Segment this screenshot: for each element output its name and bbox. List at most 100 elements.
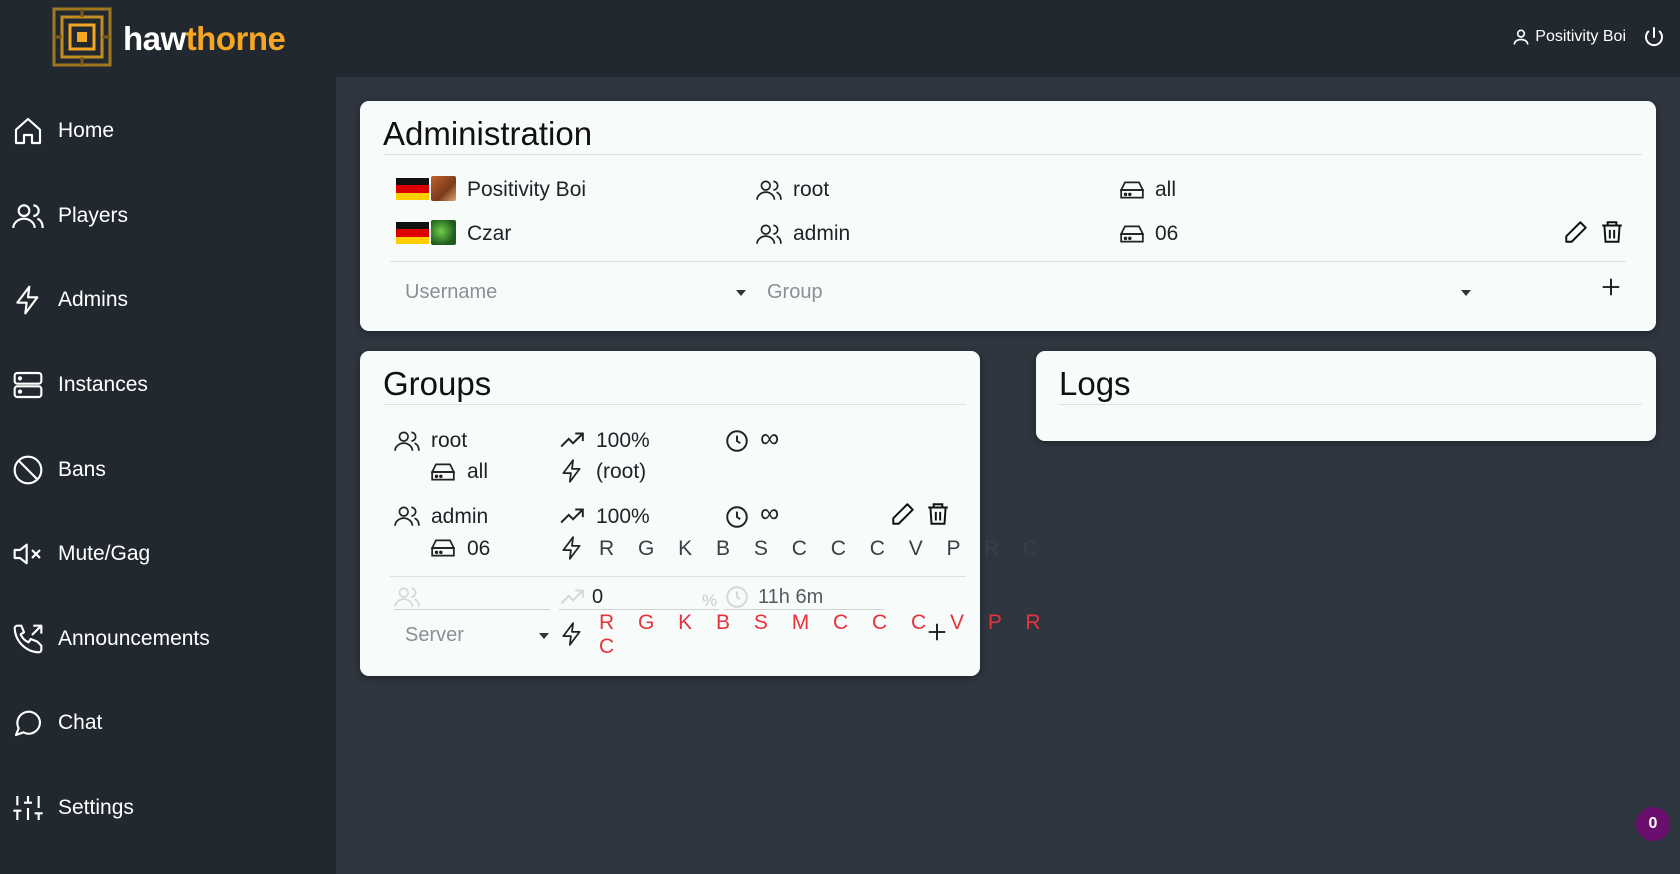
divider xyxy=(390,261,1626,262)
divider xyxy=(383,404,966,405)
sidebar-item-players[interactable]: Players xyxy=(12,200,128,232)
admin-server: all xyxy=(1155,178,1177,201)
sidebar-item-label: Home xyxy=(58,119,115,142)
avatar xyxy=(431,220,456,245)
add-admin-button[interactable] xyxy=(1600,276,1622,298)
server-select[interactable]: Server xyxy=(405,624,464,647)
time-underline xyxy=(724,609,884,610)
users-icon xyxy=(12,204,44,229)
time-input[interactable]: 11h 6m xyxy=(758,586,823,609)
trash-icon[interactable] xyxy=(925,501,951,527)
group-select[interactable]: Group xyxy=(767,281,823,304)
hawthorne-logo-icon[interactable] xyxy=(52,7,112,67)
chevron-down-icon[interactable] xyxy=(539,633,549,639)
divider xyxy=(1059,404,1642,405)
sidebar-item-label: Settings xyxy=(58,796,134,819)
user-icon xyxy=(1513,29,1529,45)
administration-title: Administration xyxy=(383,115,593,152)
sidebar-item-chat[interactable]: Chat xyxy=(12,707,102,739)
bolt-icon xyxy=(562,536,581,560)
trending-up-icon xyxy=(560,432,584,448)
divider xyxy=(383,154,1642,155)
mute-icon xyxy=(13,543,41,565)
avatar xyxy=(431,176,456,201)
brand-name[interactable]: hawthorne xyxy=(123,20,286,58)
groups-title: Groups xyxy=(383,365,492,402)
brand-accent: thorne xyxy=(185,20,286,57)
sidebar-item-label: Mute/Gag xyxy=(58,542,151,565)
home-icon xyxy=(14,117,42,145)
admin-group: root xyxy=(793,178,830,201)
sidebar-item-admins[interactable]: Admins xyxy=(12,284,128,316)
users-icon xyxy=(756,180,782,200)
divider xyxy=(390,576,966,577)
notification-badge[interactable]: 0 xyxy=(1636,807,1670,841)
logs-title: Logs xyxy=(1059,365,1131,402)
admin-name: Czar xyxy=(467,222,512,245)
users-icon xyxy=(394,431,420,451)
admin-server: 06 xyxy=(1155,222,1179,245)
username-select[interactable]: Username xyxy=(405,281,497,304)
group-flags: R G K B S C C C V P R C xyxy=(599,537,1048,560)
bolt-icon xyxy=(562,622,581,646)
group-server: 06 xyxy=(467,537,491,560)
sidebar-item-label: Players xyxy=(58,204,129,227)
group-server: all xyxy=(467,460,489,483)
trash-icon[interactable] xyxy=(1599,219,1625,245)
edit-pencil-icon[interactable] xyxy=(890,501,916,527)
flag-selector[interactable]: R G K B S M C C C V P R xyxy=(599,611,1050,635)
hard-drive-icon xyxy=(430,463,456,481)
administration-card: Administration Positivity Boi root all C… xyxy=(360,101,1656,331)
edit-pencil-icon[interactable] xyxy=(1563,219,1589,245)
admin-name: Positivity Boi xyxy=(467,178,587,201)
sidebar-item-instances[interactable]: Instances xyxy=(12,369,148,401)
group-time-infinity: ∞ xyxy=(760,498,780,528)
users-icon xyxy=(394,587,420,607)
germany-flag-icon xyxy=(396,222,429,244)
chevron-down-icon[interactable] xyxy=(1461,290,1471,296)
sidebar-item-bans[interactable]: Bans xyxy=(12,454,106,486)
sliders-icon xyxy=(13,796,43,820)
group-time-infinity: ∞ xyxy=(760,423,780,453)
sidebar-item-announcements[interactable]: Announcements xyxy=(12,623,210,655)
sidebar: Home Players Admins Instances Bans Mute/… xyxy=(0,77,336,874)
group-flags: (root) xyxy=(596,460,647,483)
group-immunity: 100% xyxy=(596,505,650,528)
trending-up-icon xyxy=(560,508,584,524)
immunity-unit: % xyxy=(702,591,718,610)
user-menu[interactable]: Positivity Boi xyxy=(1511,26,1626,48)
group-name: admin xyxy=(431,505,489,528)
server-icon xyxy=(13,371,43,399)
admin-group: admin xyxy=(793,222,851,245)
bolt-icon xyxy=(16,285,39,315)
brand-prefix: haw xyxy=(123,20,186,57)
hard-drive-icon xyxy=(430,539,456,557)
ban-icon xyxy=(13,455,43,485)
immunity-input[interactable]: 0 xyxy=(592,586,603,609)
germany-flag-icon xyxy=(396,178,429,200)
logs-card: Logs xyxy=(1036,351,1656,441)
sidebar-item-label: Announcements xyxy=(58,627,210,650)
flag-selector-overflow[interactable]: C xyxy=(599,635,623,659)
group-name: root xyxy=(431,429,468,452)
chevron-down-icon[interactable] xyxy=(736,290,746,296)
sidebar-item-label: Instances xyxy=(58,373,148,396)
sidebar-item-home[interactable]: Home xyxy=(12,115,114,147)
chat-icon xyxy=(14,710,42,737)
users-icon xyxy=(756,224,782,244)
clock-icon xyxy=(726,586,748,608)
hard-drive-icon xyxy=(1119,181,1145,199)
sidebar-item-mute-gag[interactable]: Mute/Gag xyxy=(12,538,150,570)
sidebar-item-label: Bans xyxy=(58,458,106,481)
power-icon[interactable] xyxy=(1642,26,1666,50)
add-group-button[interactable] xyxy=(926,621,948,643)
groups-card: Groups root all 100% (root) ∞ admin 06 1… xyxy=(360,351,1041,676)
hard-drive-icon xyxy=(1119,225,1145,243)
sidebar-item-label: Admins xyxy=(58,288,129,311)
phone-outgoing-icon xyxy=(13,624,43,654)
group-name-input[interactable] xyxy=(394,609,550,610)
trending-up-icon xyxy=(560,589,584,605)
immunity-underline xyxy=(559,609,719,610)
sidebar-item-label: Chat xyxy=(58,711,103,734)
sidebar-item-settings[interactable]: Settings xyxy=(12,792,134,824)
